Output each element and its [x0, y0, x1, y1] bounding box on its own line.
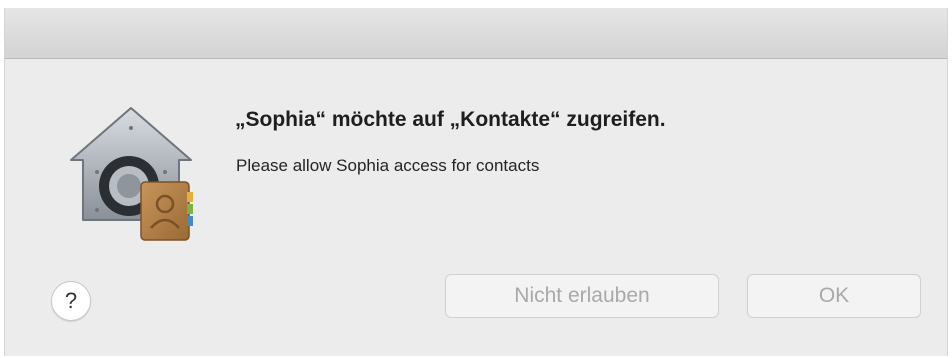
deny-button[interactable]: Nicht erlauben	[445, 274, 719, 318]
dialog-message: Please allow Sophia access for contacts	[236, 156, 540, 175]
ok-button[interactable]: OK	[747, 274, 921, 318]
contacts-privacy-lock-icon	[63, 104, 199, 244]
help-button[interactable]: ?	[51, 281, 91, 321]
permission-dialog: „Sophia“ möchte auf „Kontakte“ zugreifen…	[4, 8, 948, 356]
dialog-headline: „Sophia“ möchte auf „Kontakte“ zugreifen…	[235, 108, 666, 131]
title-bar	[5, 8, 947, 59]
